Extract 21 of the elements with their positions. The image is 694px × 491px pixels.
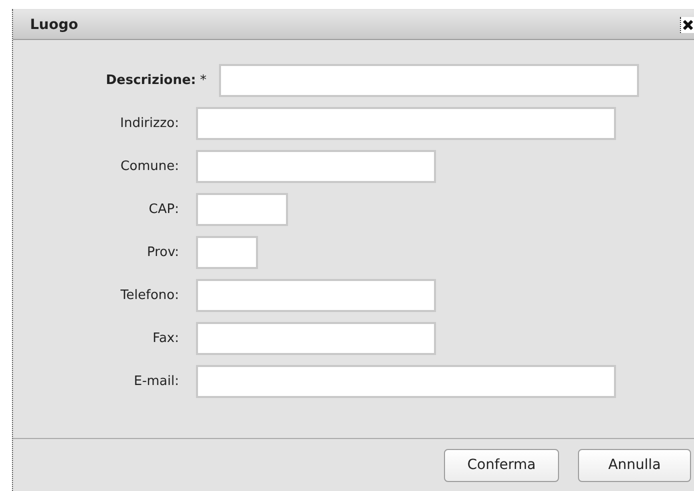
window-title: Luogo bbox=[29, 16, 78, 32]
field-label: Fax: bbox=[152, 331, 180, 346]
field-label: CAP: bbox=[148, 202, 180, 217]
input-field[interactable] bbox=[196, 150, 436, 183]
field-label: Prov: bbox=[146, 245, 180, 260]
field-label: Descrizione: bbox=[104, 73, 196, 88]
close-icon[interactable] bbox=[680, 16, 694, 32]
required-mark: * bbox=[200, 73, 206, 88]
field-label: Comune: bbox=[119, 159, 180, 174]
input-field[interactable] bbox=[196, 236, 258, 269]
confirm-button[interactable]: Conferma bbox=[444, 448, 559, 482]
input-field[interactable] bbox=[218, 64, 638, 97]
input-field[interactable] bbox=[196, 365, 616, 398]
input-field[interactable] bbox=[196, 193, 288, 226]
input-field[interactable] bbox=[196, 279, 436, 312]
field-label: Telefono: bbox=[120, 288, 180, 303]
input-field[interactable] bbox=[196, 322, 436, 355]
input-field[interactable] bbox=[196, 107, 616, 140]
field-label: Indirizzo: bbox=[119, 116, 180, 131]
field-label: E-mail: bbox=[132, 374, 180, 389]
cancel-button[interactable]: Annulla bbox=[578, 448, 691, 482]
